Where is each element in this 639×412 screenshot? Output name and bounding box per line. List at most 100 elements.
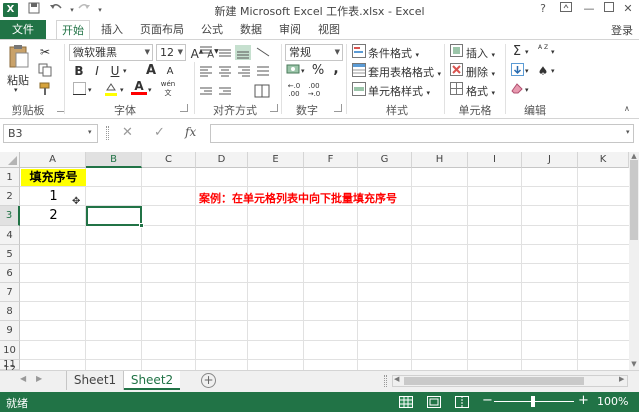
page-layout-view-icon[interactable] bbox=[427, 396, 441, 408]
find-select-dropdown-icon[interactable]: ▾ bbox=[551, 67, 555, 75]
column-header-j[interactable]: J bbox=[522, 152, 578, 168]
formula-bar-splitter[interactable] bbox=[106, 126, 109, 140]
column-header-g[interactable]: G bbox=[358, 152, 412, 168]
new-sheet-icon[interactable]: + bbox=[201, 373, 216, 388]
undo-icon[interactable] bbox=[48, 2, 64, 18]
tab-page-layout[interactable]: 页面布局 bbox=[137, 20, 187, 39]
borders-icon[interactable] bbox=[71, 82, 87, 98]
column-header-c[interactable]: C bbox=[142, 152, 196, 168]
underline-dropdown-icon[interactable]: ▾ bbox=[123, 67, 127, 75]
sign-in-link[interactable]: 登录 bbox=[611, 22, 633, 38]
tab-splitter[interactable] bbox=[384, 375, 387, 387]
clear-dropdown-icon[interactable]: ▾ bbox=[525, 86, 529, 94]
zoom-level[interactable]: 100% bbox=[597, 395, 628, 408]
close-icon[interactable]: ✕ bbox=[617, 1, 639, 17]
cell-a3[interactable]: 2 bbox=[21, 206, 86, 223]
zoom-in-icon[interactable]: + bbox=[578, 393, 589, 408]
borders-dropdown-icon[interactable]: ▾ bbox=[88, 86, 92, 94]
column-header-a[interactable]: A bbox=[20, 152, 86, 168]
number-launcher-icon[interactable] bbox=[334, 104, 342, 112]
help-icon[interactable]: ? bbox=[532, 1, 554, 17]
italic-button[interactable]: I bbox=[89, 63, 105, 79]
format-button[interactable]: 格式 ▾ bbox=[466, 83, 495, 99]
fill-color-dropdown-icon[interactable]: ▾ bbox=[120, 86, 124, 94]
cut-icon[interactable]: ✂ bbox=[37, 44, 53, 60]
tab-data[interactable]: 数据 bbox=[237, 20, 265, 39]
prev-sheet-icon[interactable]: ◀ bbox=[20, 374, 26, 383]
decrease-font-icon[interactable]: A bbox=[162, 64, 178, 80]
find-select-icon[interactable]: ♠ bbox=[535, 63, 551, 79]
minimize-icon[interactable]: — bbox=[578, 1, 600, 17]
cell-d2[interactable]: 案例：在单元格列表中向下批量填充序号 bbox=[199, 190, 397, 206]
format-as-table-button[interactable]: 套用表格格式 ▾ bbox=[368, 64, 441, 80]
number-format-select[interactable]: 常规 ▼ bbox=[285, 44, 343, 61]
collapse-ribbon-icon[interactable]: ∧ bbox=[624, 104, 630, 113]
row-header-4[interactable]: 4 bbox=[0, 226, 20, 245]
column-header-h[interactable]: H bbox=[412, 152, 468, 168]
font-size-select[interactable]: 12 ▼ bbox=[156, 44, 186, 61]
normal-view-icon[interactable] bbox=[399, 396, 413, 408]
ribbon-display-icon[interactable] bbox=[555, 1, 577, 17]
tab-view[interactable]: 视图 bbox=[315, 20, 343, 39]
accounting-format-icon[interactable] bbox=[285, 63, 301, 79]
sheet-tab-sheet2[interactable]: Sheet2 bbox=[124, 371, 180, 390]
page-break-view-icon[interactable] bbox=[455, 396, 469, 408]
name-box-dropdown-icon[interactable]: ▾ bbox=[88, 128, 92, 136]
insert-function-icon[interactable]: fx bbox=[185, 125, 196, 139]
fill-icon[interactable] bbox=[509, 63, 525, 79]
customize-qat-icon[interactable]: ▾ bbox=[92, 2, 108, 18]
active-cell-b3[interactable] bbox=[86, 206, 142, 226]
sheet-tab-sheet1[interactable]: Sheet1 bbox=[66, 371, 124, 390]
font-color-dropdown-icon[interactable]: ▾ bbox=[148, 86, 152, 94]
column-header-d[interactable]: D bbox=[196, 152, 248, 168]
confirm-entry-icon[interactable]: ✓ bbox=[154, 125, 165, 140]
select-all-button[interactable] bbox=[0, 152, 20, 168]
cell-styles-button[interactable]: 单元格样式 ▾ bbox=[368, 83, 430, 99]
next-sheet-icon[interactable]: ▶ bbox=[36, 374, 42, 383]
vertical-scroll-thumb[interactable] bbox=[630, 160, 638, 240]
autosum-icon[interactable]: Σ bbox=[509, 44, 525, 60]
tab-review[interactable]: 审阅 bbox=[276, 20, 304, 39]
column-header-k[interactable]: K bbox=[578, 152, 629, 168]
bold-button[interactable]: B bbox=[71, 63, 87, 79]
row-header-9[interactable]: 9 bbox=[0, 321, 20, 341]
increase-decimal-icon[interactable]: ←.0.00 bbox=[286, 82, 302, 98]
conditional-format-button[interactable]: 条件格式 ▾ bbox=[368, 45, 419, 61]
fill-color-icon[interactable] bbox=[103, 82, 119, 98]
zoom-out-icon[interactable]: − bbox=[482, 393, 493, 408]
percent-style-button[interactable]: % bbox=[310, 63, 326, 79]
delete-button[interactable]: 删除 ▾ bbox=[466, 64, 495, 80]
name-box[interactable]: B3 bbox=[3, 124, 98, 143]
tab-formulas[interactable]: 公式 bbox=[198, 20, 226, 39]
scroll-right-icon[interactable]: ▶ bbox=[619, 375, 624, 383]
phonetic-guide-icon[interactable]: wén 文 bbox=[160, 80, 176, 97]
insert-button[interactable]: 插入 ▾ bbox=[466, 45, 495, 61]
alignment-launcher-icon[interactable] bbox=[270, 104, 278, 112]
column-header-e[interactable]: E bbox=[248, 152, 304, 168]
fill-dropdown-icon[interactable]: ▾ bbox=[525, 67, 529, 75]
accounting-dropdown-icon[interactable]: ▾ bbox=[301, 67, 305, 75]
paste-button[interactable]: 粘贴 bbox=[7, 72, 29, 88]
format-painter-icon[interactable] bbox=[37, 82, 53, 98]
tab-home[interactable]: 开始 bbox=[56, 20, 90, 40]
row-header-6[interactable]: 6 bbox=[0, 264, 20, 283]
paste-icon[interactable] bbox=[8, 44, 30, 70]
autosum-dropdown-icon[interactable]: ▾ bbox=[525, 48, 529, 56]
copy-icon[interactable] bbox=[37, 63, 53, 79]
cell-a1[interactable]: 填充序号 bbox=[21, 169, 86, 186]
row-header-7[interactable]: 7 bbox=[0, 283, 20, 302]
sort-filter-icon[interactable]: A Z bbox=[535, 44, 551, 60]
clear-icon[interactable] bbox=[509, 82, 525, 98]
fill-handle[interactable] bbox=[139, 223, 144, 228]
redo-icon[interactable] bbox=[76, 2, 92, 18]
column-header-f[interactable]: F bbox=[304, 152, 358, 168]
column-header-b[interactable]: B bbox=[86, 152, 142, 168]
horizontal-scroll-thumb[interactable] bbox=[404, 377, 584, 385]
column-header-i[interactable]: I bbox=[468, 152, 522, 168]
row-header-10[interactable]: 10 bbox=[0, 341, 20, 360]
font-launcher-icon[interactable] bbox=[180, 104, 188, 112]
zoom-slider-thumb[interactable] bbox=[531, 396, 535, 407]
tab-insert[interactable]: 插入 bbox=[98, 20, 126, 39]
underline-button[interactable]: U bbox=[107, 63, 123, 79]
increase-font-icon[interactable]: A bbox=[143, 63, 159, 79]
